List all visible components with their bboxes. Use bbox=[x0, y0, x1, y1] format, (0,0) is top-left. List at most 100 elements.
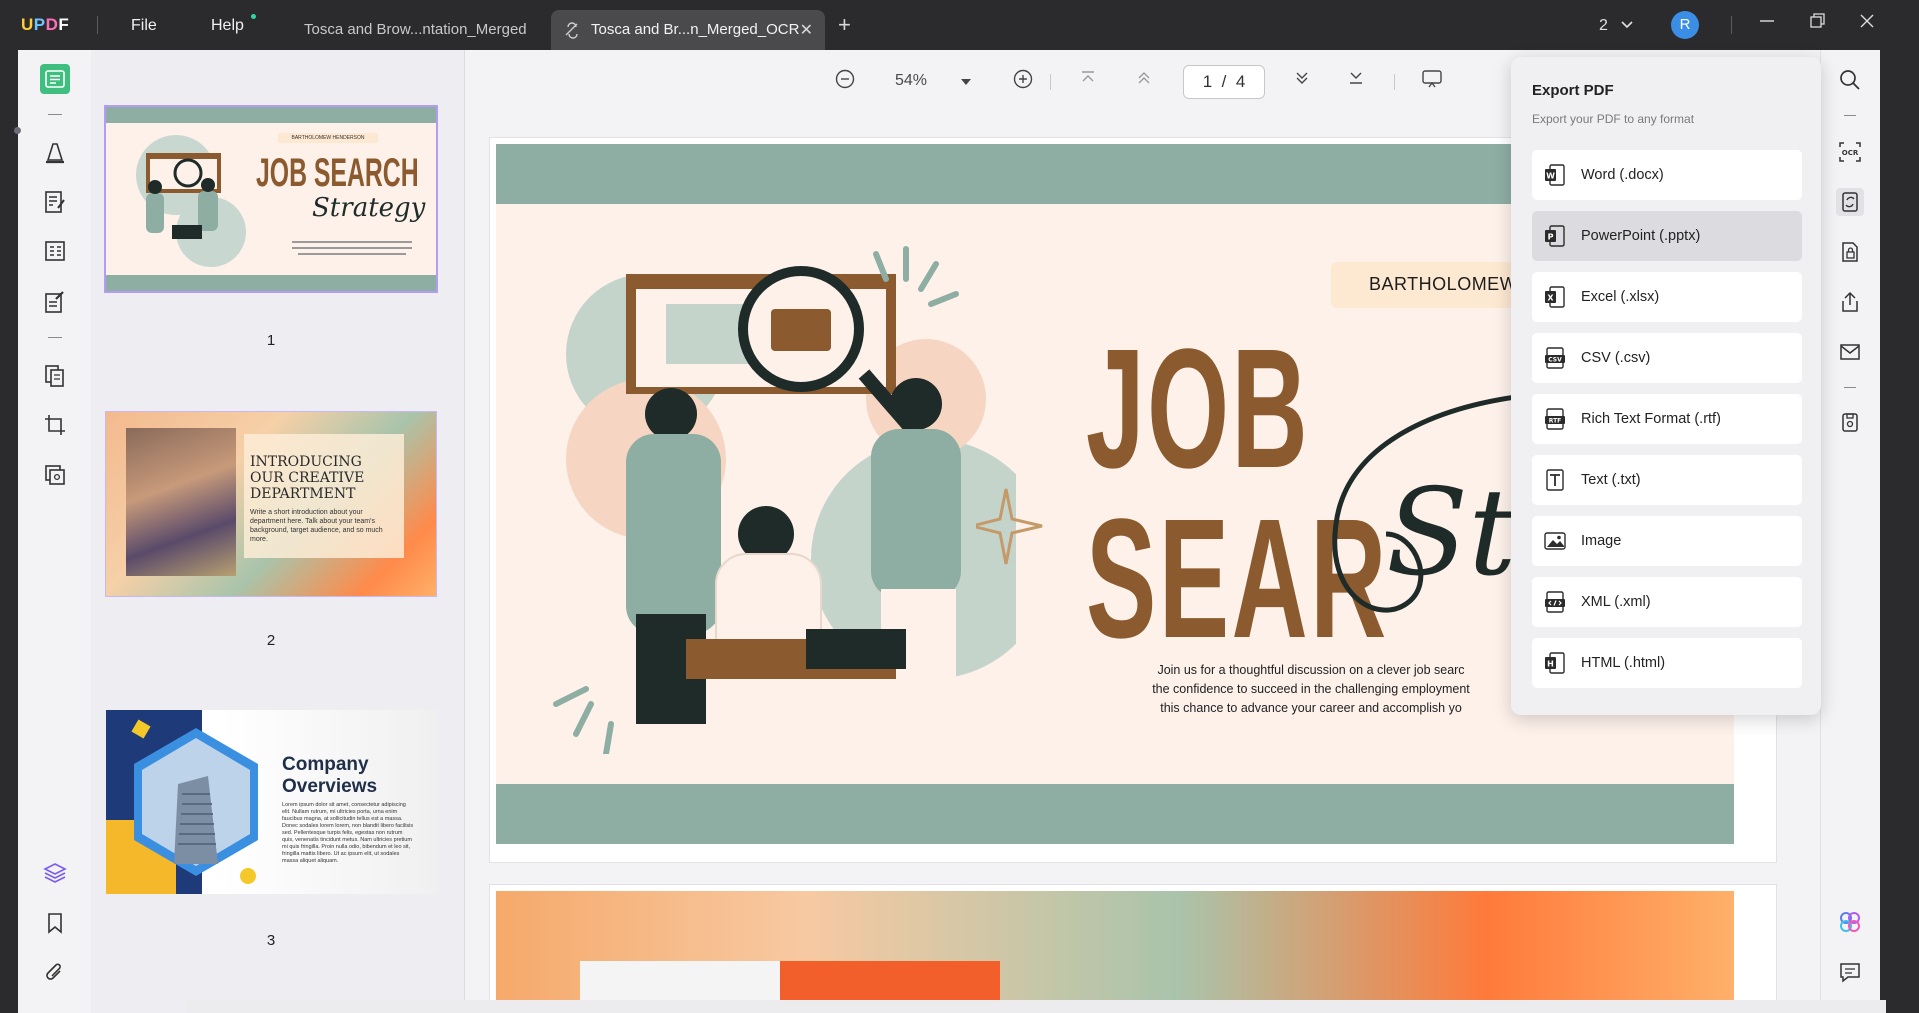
export-rtf-button[interactable]: RTF Rich Text Format (.rtf) bbox=[1532, 394, 1802, 444]
window-count[interactable]: 2 bbox=[1599, 17, 1634, 35]
page-tools-icon[interactable] bbox=[40, 361, 70, 391]
export-panel-subtitle: Export your PDF to any format bbox=[1532, 112, 1695, 126]
svg-text:CSV: CSV bbox=[1548, 357, 1562, 364]
app-window: UPDF File Help Tosca and Brow...ntation_… bbox=[0, 0, 1919, 1013]
thumb-2-photo bbox=[126, 428, 236, 576]
previous-page-icon[interactable] bbox=[1135, 69, 1153, 92]
page-separator: / bbox=[1221, 72, 1227, 91]
new-tab-plus-icon[interactable]: + bbox=[838, 12, 851, 38]
toolbar-separator bbox=[48, 114, 62, 115]
export-panel-title: Export PDF bbox=[1532, 82, 1614, 99]
menu-file[interactable]: File bbox=[131, 17, 157, 35]
user-avatar[interactable]: R bbox=[1671, 11, 1699, 39]
slide-2-color-block bbox=[780, 961, 1000, 1000]
email-icon[interactable] bbox=[1836, 338, 1864, 366]
total-pages: 4 bbox=[1235, 72, 1246, 91]
thumbnail-number: 3 bbox=[266, 932, 276, 949]
slide-description: Join us for a thoughtful discussion on a… bbox=[1051, 661, 1571, 718]
page-thumbnail-3[interactable]: Company Overviews Lorem ipsum dolor sit … bbox=[106, 710, 436, 894]
convert-pdf-icon[interactable] bbox=[1836, 188, 1864, 216]
export-image-button[interactable]: Image bbox=[1532, 516, 1802, 566]
logo-letter-u: U bbox=[21, 15, 34, 34]
ai-assistant-icon[interactable] bbox=[1836, 908, 1864, 936]
export-html-button[interactable]: H HTML (.html) bbox=[1532, 638, 1802, 688]
svg-text:OCR: OCR bbox=[1842, 149, 1859, 157]
chevron-down-icon bbox=[1621, 21, 1633, 29]
title-separator bbox=[1731, 16, 1732, 34]
ocr-icon[interactable]: OCR bbox=[1836, 138, 1864, 166]
search-icon[interactable] bbox=[1836, 66, 1864, 94]
protect-document-icon[interactable] bbox=[1836, 238, 1864, 266]
thumb-1-band-top bbox=[106, 107, 436, 123]
zoom-level[interactable]: 54% bbox=[895, 72, 927, 90]
logo-letter-f: F bbox=[58, 15, 70, 34]
last-page-icon[interactable] bbox=[1347, 69, 1365, 92]
layers-icon[interactable] bbox=[40, 858, 70, 888]
toolbar-separator bbox=[1844, 115, 1856, 116]
export-item-label: Rich Text Format (.rtf) bbox=[1581, 411, 1721, 427]
minimize-icon[interactable] bbox=[1758, 12, 1776, 35]
close-window-icon[interactable] bbox=[1858, 12, 1876, 35]
form-tools-icon[interactable] bbox=[40, 287, 70, 317]
thumb-3-body: Lorem ipsum dolor sit amet, consectetur … bbox=[282, 802, 414, 864]
thumbnail-number: 2 bbox=[266, 632, 276, 649]
presentation-mode-icon[interactable] bbox=[1421, 69, 1443, 94]
export-csv-button[interactable]: CSV CSV (.csv) bbox=[1532, 333, 1802, 383]
first-page-icon[interactable] bbox=[1079, 69, 1097, 90]
comment-highlight-icon[interactable] bbox=[40, 137, 70, 167]
excel-icon: X bbox=[1545, 286, 1565, 308]
thumb-1-title: JOB SEARCH bbox=[256, 151, 419, 195]
bookmark-icon[interactable] bbox=[40, 908, 70, 938]
organize-pages-icon[interactable] bbox=[40, 236, 70, 266]
export-powerpoint-button[interactable]: P PowerPoint (.pptx) bbox=[1532, 211, 1802, 261]
export-excel-button[interactable]: X Excel (.xlsx) bbox=[1532, 272, 1802, 322]
thumb-1-name-tag: BARTHOLOMEW HENDERSON bbox=[278, 133, 378, 143]
horizontal-scrollbar[interactable] bbox=[186, 1000, 1886, 1013]
tab-document-merged[interactable]: Tosca and Brow...ntation_Merged bbox=[290, 10, 544, 50]
toolbar-separator bbox=[1844, 387, 1856, 388]
thumbnail-panel: BARTHOLOMEW HENDERSON JOB SEARCH Strateg… bbox=[91, 50, 465, 1013]
save-icon[interactable] bbox=[1836, 408, 1864, 436]
protect-pdf-icon[interactable] bbox=[40, 460, 70, 490]
thumb-2-body: Write a short introduction about your de… bbox=[250, 509, 383, 543]
crop-pages-icon[interactable] bbox=[40, 410, 70, 440]
tab-document-ocr[interactable]: Tosca and Br...n_Merged_OCR ✕ bbox=[551, 10, 825, 50]
logo-letter-p: P bbox=[33, 15, 46, 34]
attachment-icon[interactable] bbox=[40, 958, 70, 988]
edit-pdf-icon[interactable] bbox=[40, 187, 70, 217]
export-item-label: Excel (.xlsx) bbox=[1581, 289, 1660, 305]
title-bar: UPDF File Help Tosca and Brow...ntation_… bbox=[0, 0, 1919, 50]
job-search-illustration bbox=[553, 246, 1016, 754]
export-item-label: PowerPoint (.pptx) bbox=[1581, 228, 1701, 244]
export-text-button[interactable]: Text (.txt) bbox=[1532, 455, 1802, 505]
restore-icon[interactable] bbox=[1809, 12, 1827, 35]
menu-help[interactable]: Help bbox=[211, 17, 244, 35]
close-tab-icon[interactable]: ✕ bbox=[800, 20, 813, 40]
reader-mode-icon[interactable] bbox=[40, 64, 70, 94]
share-icon[interactable] bbox=[1836, 288, 1864, 316]
thumb-2-title: INTRODUCING OUR CREATIVE DEPARTMENT bbox=[250, 454, 365, 502]
slide-2-photo-edge bbox=[580, 961, 780, 1000]
export-xml-button[interactable]: XML (.xml) bbox=[1532, 577, 1802, 627]
comments-icon[interactable] bbox=[1836, 958, 1864, 986]
page-thumbnail-2[interactable]: INTRODUCING OUR CREATIVE DEPARTMENT Writ… bbox=[105, 411, 437, 597]
updf-logo[interactable]: UPDF bbox=[21, 15, 69, 35]
page-number-input[interactable]: 1 / 4 bbox=[1183, 65, 1265, 99]
left-indicator-dot bbox=[14, 127, 21, 134]
toolbar-separator bbox=[48, 337, 62, 338]
logo-letter-d: D bbox=[45, 15, 59, 34]
export-item-label: Text (.txt) bbox=[1581, 472, 1641, 488]
left-toolbar bbox=[14, 50, 91, 1013]
export-word-button[interactable]: W Word (.docx) bbox=[1532, 150, 1802, 200]
image-icon bbox=[1544, 532, 1566, 550]
zoom-dropdown-icon[interactable] bbox=[960, 72, 972, 92]
page-thumbnail-1[interactable]: BARTHOLOMEW HENDERSON JOB SEARCH Strateg… bbox=[104, 105, 438, 293]
next-page-icon[interactable] bbox=[1293, 69, 1311, 92]
svg-text:RTF: RTF bbox=[1549, 418, 1562, 425]
thumb-3-hexagon-photo bbox=[134, 728, 258, 876]
export-item-label: CSV (.csv) bbox=[1581, 350, 1651, 366]
zoom-out-icon[interactable] bbox=[835, 69, 855, 94]
tab-label: Tosca and Br...n_Merged_OCR bbox=[591, 21, 800, 38]
zoom-in-icon[interactable] bbox=[1013, 69, 1033, 94]
svg-text:X: X bbox=[1547, 294, 1554, 303]
